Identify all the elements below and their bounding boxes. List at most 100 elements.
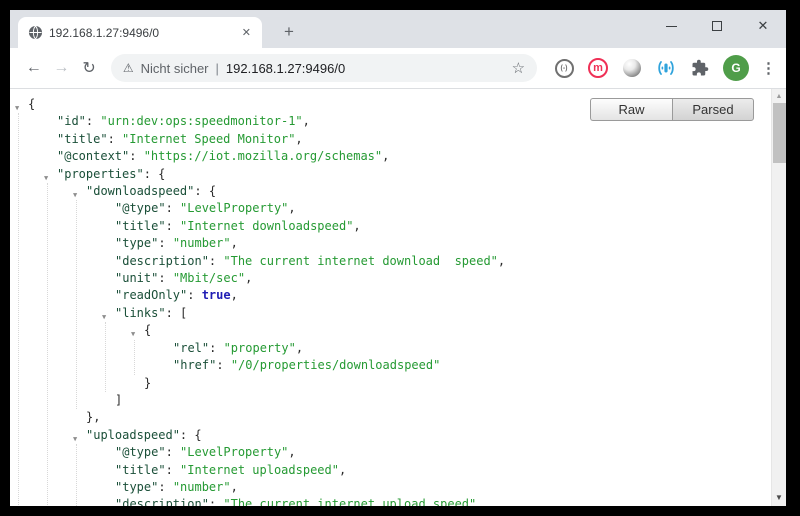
json-key: "id" [57, 114, 86, 128]
json-open-bracket: { [158, 167, 165, 181]
json-line: } [144, 375, 771, 392]
parsed-button[interactable]: Parsed [672, 98, 754, 121]
json-open-bracket: { [194, 428, 201, 442]
json-string-value: "number" [173, 480, 231, 494]
json-key: "@type" [115, 201, 166, 215]
reload-button[interactable]: ↻ [75, 54, 103, 82]
json-children: "rel": "property","href": "/0/properties… [134, 340, 771, 375]
json-key: "uploadspeed" [86, 428, 180, 442]
json-line: "type": "number", [115, 235, 771, 252]
json-string-value: "Mbit/sec" [173, 271, 245, 285]
address-bar[interactable]: ⚠ Nicht sicher | 192.168.1.27:9496/0 ☆ [111, 54, 537, 82]
maximize-button[interactable] [694, 10, 740, 42]
json-colon: : [194, 184, 208, 198]
json-entry: ▼{"id": "urn:dev:ops:speedmonitor-1","ti… [28, 96, 771, 506]
json-comma: , [288, 445, 295, 459]
raw-button[interactable]: Raw [590, 98, 672, 121]
close-window-button[interactable]: ✕ [740, 10, 786, 42]
json-viewer-extension-icon[interactable]: (-) [553, 57, 575, 79]
globe-favicon-icon [28, 25, 43, 40]
bookmark-star-icon[interactable]: ☆ [512, 59, 525, 77]
collapse-toggle-icon[interactable]: ▼ [15, 100, 19, 117]
collapse-toggle-icon[interactable]: ▼ [102, 309, 106, 326]
url-text[interactable]: 192.168.1.27:9496/0 [226, 61, 506, 76]
json-key: "unit" [115, 271, 158, 285]
json-key: "title" [115, 219, 166, 233]
collapse-toggle-icon[interactable]: ▼ [131, 326, 135, 343]
json-comma: , [498, 254, 505, 268]
browser-toolbar: ← → ↻ ⚠ Nicht sicher | 192.168.1.27:9496… [10, 48, 786, 89]
json-key: "downloadspeed" [86, 184, 194, 198]
json-line: "readOnly": true, [115, 287, 771, 304]
json-string-value: "LevelProperty" [180, 445, 288, 459]
json-entry: "title": "Internet uploadspeed", [115, 462, 771, 479]
window-controls: ✕ [648, 10, 786, 42]
json-comma: , [295, 132, 302, 146]
json-entry: "readOnly": true, [115, 287, 771, 304]
json-string-value: "LevelProperty" [180, 201, 288, 215]
collapse-toggle-icon[interactable]: ▼ [44, 170, 48, 187]
sphere-extension-icon[interactable] [621, 57, 643, 79]
minimize-button[interactable] [648, 10, 694, 42]
json-comma: , [303, 114, 310, 128]
json-key: "properties" [57, 167, 144, 181]
profile-avatar[interactable]: G [723, 55, 749, 81]
json-entry: "href": "/0/properties/downloadspeed" [173, 357, 771, 374]
security-warning-icon[interactable]: ⚠ [123, 61, 134, 75]
json-line: ▼"properties": { [57, 166, 771, 183]
json-entry: "title": "Internet downloadspeed", [115, 218, 771, 235]
json-children: ▼ { "rel": "property","href": "/0/properti… [105, 322, 771, 392]
json-line: "@type": "LevelProperty", [115, 200, 771, 217]
json-entry: "type": "number", [115, 479, 771, 496]
forward-button[interactable]: → [48, 54, 76, 82]
json-comma: , [353, 219, 360, 233]
json-key: "type" [115, 236, 158, 250]
json-entry: "unit": "Mbit/sec", [115, 270, 771, 287]
scroll-down-icon[interactable]: ▼ [772, 490, 786, 504]
extensions-area: (-) m [553, 55, 776, 81]
json-entry: "rel": "property", [173, 340, 771, 357]
blue-audio-extension-icon[interactable] [655, 57, 677, 79]
collapse-toggle-icon[interactable]: ▼ [73, 431, 77, 448]
address-separator: | [216, 61, 219, 76]
tab-close-icon[interactable]: ✕ [239, 26, 254, 39]
collapse-toggle-icon[interactable]: ▼ [73, 187, 77, 204]
browser-tab[interactable]: 192.168.1.27:9496/0 ✕ [18, 17, 262, 48]
json-line: "href": "/0/properties/downloadspeed" [173, 357, 771, 374]
vertical-scrollbar[interactable]: ▲ ▼ [771, 89, 786, 506]
page-content: Raw Parsed ▼ {"id": "urn:dev:ops:speedmon… [10, 89, 786, 506]
json-open-bracket: { [144, 323, 151, 337]
json-line: "title": "Internet downloadspeed", [115, 218, 771, 235]
browser-menu-button[interactable]: ⋮ [761, 59, 776, 77]
json-line: "rel": "property", [173, 340, 771, 357]
json-entry: "description": "The current internet dow… [115, 253, 771, 270]
json-boolean-value: true [202, 288, 231, 302]
json-colon: : [86, 114, 100, 128]
extensions-menu-button[interactable] [689, 57, 711, 79]
new-tab-button[interactable]: + [276, 19, 302, 45]
json-key: "type" [115, 480, 158, 494]
back-button[interactable]: ← [20, 54, 48, 82]
json-line: "description": "The current internet upl… [115, 496, 771, 506]
scroll-up-icon[interactable]: ▲ [772, 89, 786, 103]
json-colon: : [216, 358, 230, 372]
json-close-bracket: } [144, 376, 151, 390]
json-children: "@type": "LevelProperty","title": "Inter… [76, 200, 771, 409]
json-comma: , [245, 271, 252, 285]
json-key: "href" [173, 358, 216, 372]
json-children: "id": "urn:dev:ops:speedmonitor-1","titl… [18, 113, 771, 506]
json-line: "@type": "LevelProperty", [115, 444, 771, 461]
json-string-value: "property" [224, 341, 296, 355]
json-comma: , [339, 463, 346, 477]
json-entry: "type": "number", [115, 235, 771, 252]
scrollbar-thumb[interactable] [773, 103, 786, 163]
json-line: "title": "Internet Speed Monitor", [57, 131, 771, 148]
json-line: ▼"links": [ [115, 305, 771, 322]
json-comma: , [382, 149, 389, 163]
json-comma: , [296, 341, 303, 355]
json-key: "links" [115, 306, 166, 320]
json-entry: ▼"links": [ ▼ { "rel": "property","href": "… [115, 305, 771, 409]
pink-m-extension-icon[interactable]: m [587, 57, 609, 79]
json-colon: : [209, 254, 223, 268]
raw-parsed-toggle: Raw Parsed [590, 98, 754, 121]
